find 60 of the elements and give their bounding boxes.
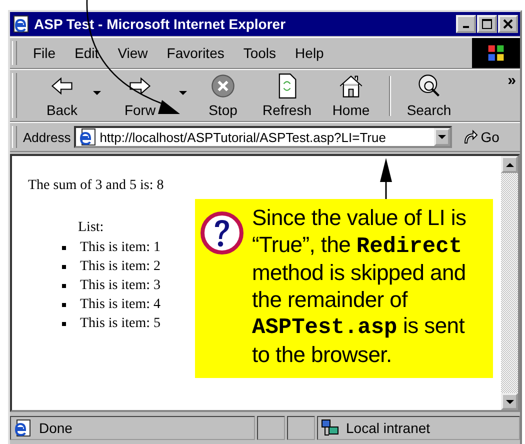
windows-logo-icon [472, 38, 520, 68]
list-item: This is item: 3 [80, 278, 160, 294]
toolbar-button[interactable]: Refresh [255, 73, 319, 118]
toolbar-button[interactable]: Search [397, 73, 461, 118]
scrollbar[interactable] [501, 156, 518, 410]
caret-icon [438, 135, 446, 140]
scroll-up-button[interactable] [501, 156, 518, 174]
menu-item[interactable]: Favorites [166, 44, 224, 61]
close-button[interactable] [498, 14, 518, 33]
down-caret-icon [506, 400, 514, 404]
address-field[interactable]: http://localhost/ASPTutorial/ASPTest.asp?LI=True [74, 126, 452, 148]
menu-item[interactable]: Help [295, 44, 324, 61]
dropdown-button[interactable] [434, 128, 450, 146]
menu-item[interactable]: Tools [243, 44, 276, 61]
zone-text: Local intranet [346, 420, 430, 436]
page-text: The sum of 3 and 5 is: 8 [28, 178, 165, 194]
window-title: ASP Test - Microsoft Internet Explorer [34, 16, 287, 32]
menu-item[interactable]: File [33, 44, 56, 61]
status-text: Done [39, 420, 72, 436]
question-mark-icon [200, 211, 244, 255]
go-button[interactable]: Go [460, 129, 502, 146]
list-item: This is item: 4 [80, 296, 160, 313]
stop-icon [210, 73, 236, 100]
bullet-icon [62, 284, 66, 288]
browser-logo-icon [12, 14, 30, 33]
toolbar-chevron[interactable]: » [508, 72, 516, 89]
toolbar-button[interactable]: Home [319, 73, 383, 118]
bullet-icon [62, 322, 66, 326]
dropdown-caret-icon[interactable] [179, 90, 187, 95]
callout-text: Since the value of LI is “True”, the Redirect method is skipped and the remainder of ASPTest.asp is sent to the browser. [252, 205, 468, 368]
page-icon [14, 419, 32, 438]
bullet-icon [62, 264, 66, 269]
menu-item[interactable]: Edit [74, 44, 99, 61]
address-label: Address [23, 130, 71, 145]
status-pane [287, 416, 315, 440]
minimize-icon [463, 26, 469, 28]
maximize-button[interactable] [477, 14, 497, 33]
scroll-down-button[interactable] [501, 393, 518, 410]
list-item: This is item: 2 [80, 258, 160, 275]
toolbar-button[interactable]: Stop [191, 73, 255, 118]
list-item: This is item: 1 [80, 240, 160, 256]
close-icon [503, 18, 513, 29]
minimize-button[interactable] [456, 14, 476, 33]
home-icon [338, 73, 364, 100]
toolbar-button[interactable]: Back [35, 73, 89, 118]
maximize-icon [482, 18, 492, 29]
network-computers-icon [321, 419, 339, 438]
toolbar-button[interactable]: Forw [105, 73, 175, 118]
page-icon [78, 128, 97, 146]
up-caret-icon [506, 162, 514, 167]
list-heading: List: [78, 220, 105, 236]
pointer-arrow [380, 158, 392, 199]
curved-arrow-icon [462, 129, 478, 146]
list-item: This is item: 5 [80, 316, 160, 332]
search-icon [416, 73, 442, 100]
status-pane [257, 416, 285, 440]
dropdown-caret-icon[interactable] [93, 90, 101, 95]
menu-item[interactable]: View [118, 44, 148, 61]
bullet-icon [62, 302, 66, 307]
bullet-icon [62, 246, 66, 250]
